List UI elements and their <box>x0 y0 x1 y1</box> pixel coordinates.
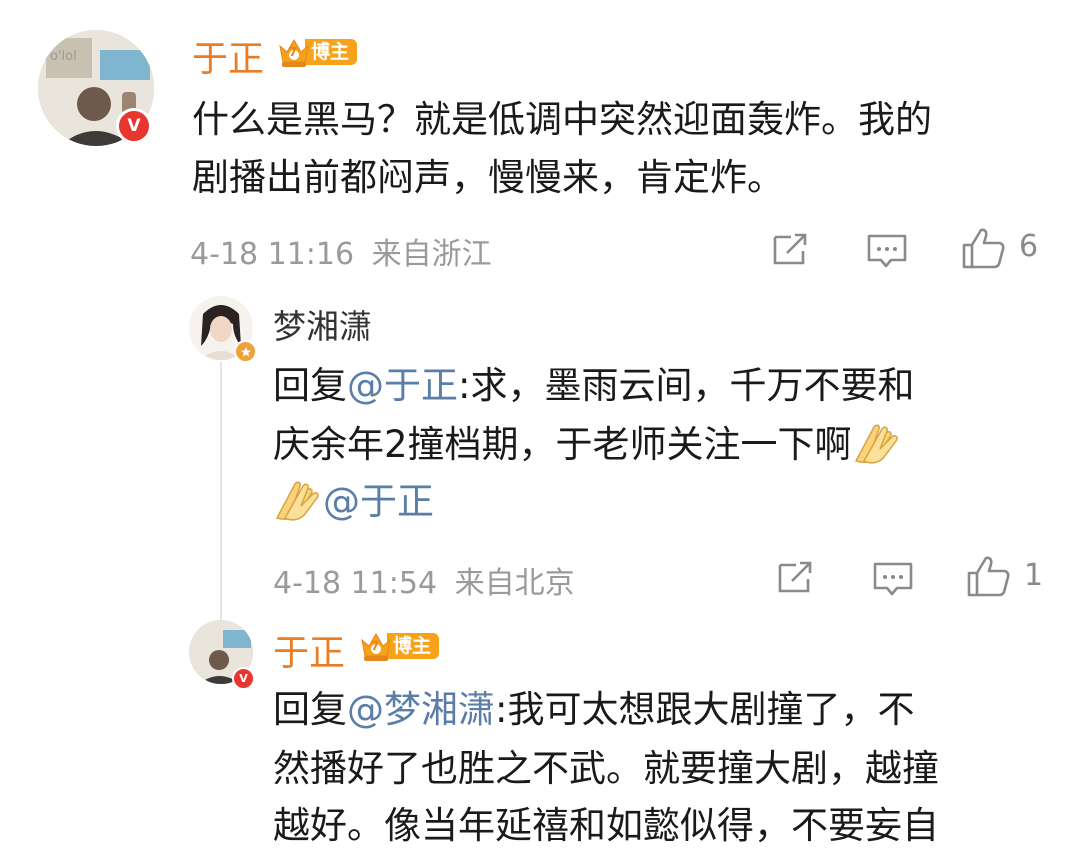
comment-icon[interactable] <box>872 559 914 599</box>
like-count: 6 <box>1019 229 1039 264</box>
reply-prefix: 回复 <box>273 364 347 407</box>
comment-text-line2: 剧播出前都闷声，慢慢来，肯定炸。 <box>192 156 784 199</box>
clap-emoji-icon <box>854 424 898 464</box>
comment-text-line1: 什么是黑马？就是低调中突然迎面轰炸。我的 <box>192 98 932 141</box>
reply-time: 4-18 11:54 <box>273 566 438 601</box>
reply-text-line1: 回复@梦湘潇:我可太想跟大剧撞了，不 <box>273 682 914 738</box>
blogger-badge: 7 博主 <box>277 36 358 68</box>
comment-meta: 4-18 11:16 来自浙江 <box>190 229 492 273</box>
repost-icon[interactable] <box>771 229 811 269</box>
reply-author[interactable]: 于正 <box>273 624 345 676</box>
reply-text-line1: 回复@于正:求，墨雨云间，千万不要和 <box>273 358 914 414</box>
repost-icon[interactable] <box>776 557 816 597</box>
verified-icon: V <box>232 667 255 690</box>
like-count: 1 <box>1024 558 1044 593</box>
reply-text-line2: 然播好了也胜之不武。就要撞大剧，越撞 <box>273 747 939 790</box>
verified-icon: V <box>116 108 152 144</box>
svg-text:o'lol: o'lol <box>50 49 77 64</box>
comment-author[interactable]: 于正 <box>192 30 264 82</box>
comment-time: 4-18 11:16 <box>190 237 355 272</box>
reply-prefix: 回复 <box>273 688 347 731</box>
reply-text: :我可太想跟大剧撞了，不 <box>495 688 915 731</box>
like-icon[interactable] <box>961 226 1007 270</box>
badge-level: 7 <box>371 639 380 653</box>
mention-link[interactable]: @于正 <box>323 480 434 523</box>
reply-meta: 4-18 11:54 来自北京 <box>273 558 575 602</box>
comment-location: 来自浙江 <box>371 237 492 272</box>
badge-label: 博主 <box>387 633 440 659</box>
reply-text-line3: @于正 <box>273 474 434 530</box>
reply-text: :求，墨雨云间，千万不要和 <box>458 364 915 407</box>
mention-link[interactable]: @梦湘潇 <box>347 688 495 731</box>
clap-emoji-icon <box>275 481 319 521</box>
comment-icon[interactable] <box>866 231 908 271</box>
reply-text: 庆余年2撞档期，于老师关注一下啊 <box>273 423 852 466</box>
reply-text-line3: 越好。像当年延禧和如懿似得，不要妄自 <box>273 804 939 847</box>
like-icon[interactable] <box>966 554 1012 598</box>
blogger-badge: 7 博主 <box>359 630 440 662</box>
thread-line <box>220 362 222 620</box>
reply-location: 来自北京 <box>454 566 575 601</box>
reply-author[interactable]: 梦湘潇 <box>273 300 372 348</box>
verified-icon <box>234 340 257 363</box>
reply-text-line2: 庆余年2撞档期，于老师关注一下啊 <box>273 417 902 473</box>
badge-level: 7 <box>289 45 298 59</box>
badge-label: 博主 <box>305 39 358 65</box>
mention-link[interactable]: @于正 <box>347 364 458 407</box>
